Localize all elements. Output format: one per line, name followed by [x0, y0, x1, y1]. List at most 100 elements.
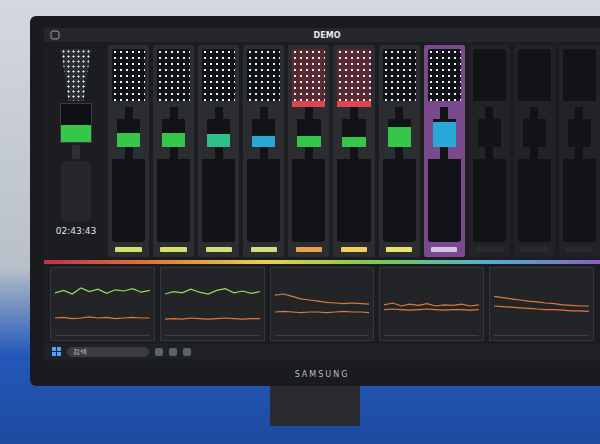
photo-scene: DEMO 02:43:43 검색 SAMSUNG [0, 0, 600, 444]
level-fill [207, 134, 230, 147]
charts-row [44, 267, 600, 341]
top-vessel [157, 49, 190, 101]
bottom-vessel [473, 159, 506, 242]
mid-chamber [433, 119, 456, 147]
mid-chamber [252, 119, 275, 147]
process-column[interactable] [108, 45, 149, 257]
x-axis [275, 335, 370, 336]
status-strip [44, 260, 600, 264]
taskbar-app-icon[interactable] [183, 348, 191, 356]
monitor-chin: SAMSUNG [44, 362, 600, 386]
neck [395, 147, 403, 159]
neck [305, 107, 313, 119]
neck [575, 147, 583, 159]
neck [125, 107, 133, 119]
top-vessel [383, 49, 416, 101]
neck [440, 107, 448, 119]
top-vessel [518, 49, 551, 101]
bottom-vessel [518, 159, 551, 242]
monitor-stand [270, 386, 360, 426]
chart-plot [384, 276, 479, 336]
title-bar: DEMO [44, 28, 600, 42]
neck [530, 147, 538, 159]
overview-panel: 02:43:43 [50, 45, 102, 257]
overview-bottom [61, 161, 91, 221]
process-columns [108, 45, 600, 257]
column-label-bar [251, 247, 277, 252]
trend-chart [489, 267, 594, 341]
column-label-bar [431, 247, 457, 252]
process-column[interactable] [514, 45, 555, 257]
mid-chamber [388, 119, 411, 147]
chart-line [384, 309, 479, 310]
monitor: DEMO 02:43:43 검색 SAMSUNG [30, 16, 600, 386]
column-label-bar [521, 247, 547, 252]
chart-line [494, 296, 589, 306]
neck [305, 147, 313, 159]
column-label-bar [296, 247, 322, 252]
x-axis [494, 335, 589, 336]
top-vessel [292, 49, 325, 101]
trend-chart [270, 267, 375, 341]
process-column[interactable] [559, 45, 600, 257]
bottom-vessel [112, 159, 145, 242]
neck [485, 107, 493, 119]
process-column[interactable] [243, 45, 284, 257]
chart-line [55, 288, 150, 294]
x-axis [165, 335, 260, 336]
trend-chart [50, 267, 155, 341]
level-fill [297, 136, 320, 147]
neck [215, 107, 223, 119]
process-column[interactable] [288, 45, 329, 257]
neck [485, 147, 493, 159]
taskbar-app-icon[interactable] [169, 348, 177, 356]
overview-fill [61, 125, 91, 142]
mid-chamber [207, 119, 230, 147]
column-label-bar [160, 247, 186, 252]
chart-plot [165, 276, 260, 336]
process-column[interactable] [153, 45, 194, 257]
trend-chart [379, 267, 484, 341]
level-fill [252, 136, 275, 147]
mid-chamber [478, 119, 501, 147]
top-vessel [247, 49, 280, 101]
chart-plot [55, 276, 150, 336]
taskbar-search[interactable]: 검색 [67, 347, 149, 357]
screen: DEMO 02:43:43 검색 [44, 28, 600, 362]
app-logo-icon [50, 30, 60, 40]
process-column[interactable] [333, 45, 374, 257]
monitor-brand: SAMSUNG [295, 370, 350, 379]
level-fill [433, 122, 456, 147]
windows-start-icon[interactable] [52, 347, 61, 356]
column-label-bar [386, 247, 412, 252]
search-placeholder: 검색 [73, 347, 87, 357]
mid-chamber [117, 119, 140, 147]
chart-line [165, 318, 260, 319]
chart-plot [494, 276, 589, 336]
column-label-bar [115, 247, 141, 252]
mid-chamber [162, 119, 185, 147]
chart-line [55, 317, 150, 319]
neck [260, 107, 268, 119]
x-axis [55, 335, 150, 336]
process-column[interactable] [424, 45, 465, 257]
neck [350, 107, 358, 119]
overview-tank [60, 103, 92, 143]
top-vessel [337, 49, 370, 101]
trend-chart [160, 267, 265, 341]
chart-line [275, 311, 370, 312]
top-vessel [428, 49, 461, 101]
chart-plot [275, 276, 370, 336]
process-column[interactable] [198, 45, 239, 257]
level-fill [388, 127, 411, 147]
taskbar-app-icon[interactable] [155, 348, 163, 356]
neck [350, 147, 358, 159]
neck [440, 147, 448, 159]
process-view: 02:43:43 [44, 45, 600, 257]
chart-line [275, 294, 370, 304]
column-label-bar [206, 247, 232, 252]
bottom-vessel [337, 159, 370, 242]
process-column[interactable] [469, 45, 510, 257]
process-column[interactable] [379, 45, 420, 257]
chart-line [165, 289, 260, 294]
